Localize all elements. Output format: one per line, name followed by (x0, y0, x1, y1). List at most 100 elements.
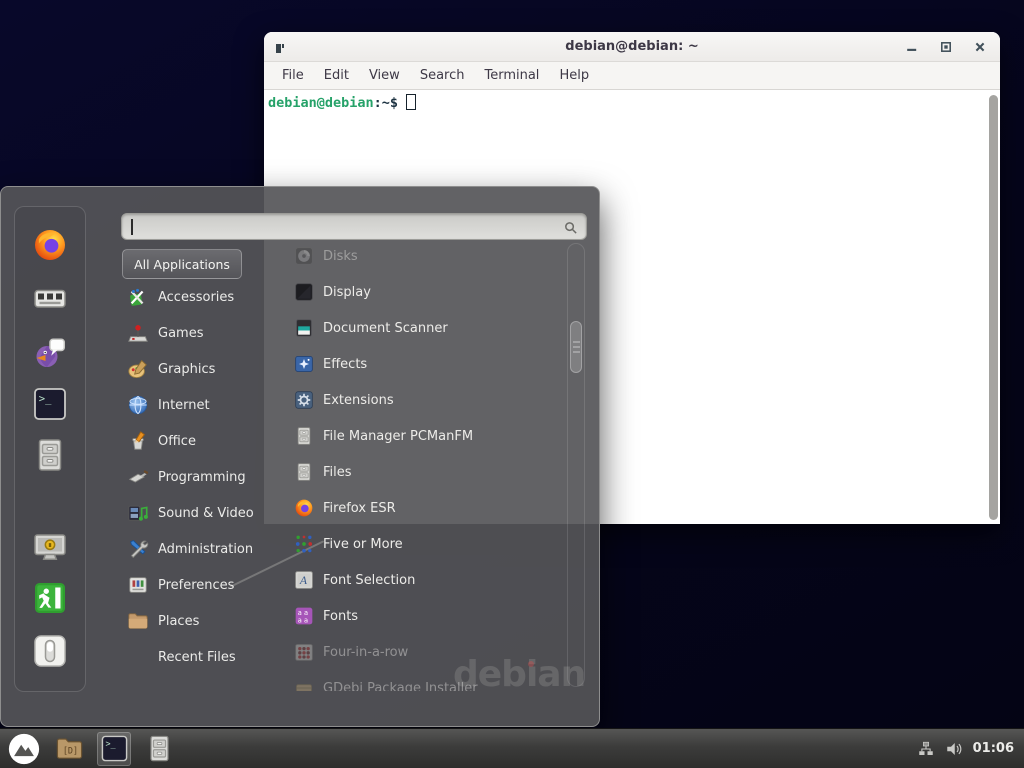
display-icon (294, 282, 314, 302)
search-input[interactable] (121, 213, 587, 240)
office-icon (127, 430, 149, 452)
app-firefox-esr[interactable]: Firefox ESR (279, 490, 569, 526)
app-file-manager-pcmanfm[interactable]: File Manager PCManFM (279, 418, 569, 454)
taskbar-file-manager-button[interactable]: [D] (52, 732, 86, 766)
four-in-a-row-icon (294, 642, 314, 662)
document-scanner-icon (294, 318, 314, 338)
gdebi-icon (294, 678, 314, 691)
app-font-selection[interactable]: A Font Selection (279, 562, 569, 598)
svg-text:a a: a a (298, 617, 308, 625)
app-five-or-more[interactable]: Five or More (279, 526, 569, 562)
category-internet[interactable]: Internet (122, 387, 274, 423)
search-text-field[interactable] (136, 216, 558, 237)
category-recent-files[interactable]: Recent Files (122, 639, 274, 675)
category-places[interactable]: Places (122, 603, 274, 639)
menu-help[interactable]: Help (549, 64, 599, 87)
volume-icon[interactable] (945, 740, 963, 758)
favorite-firefox-icon[interactable] (32, 227, 68, 263)
svg-text:>_: >_ (39, 393, 52, 405)
menu-file[interactable]: File (272, 64, 314, 87)
prompt-suffix: :~$ (374, 95, 398, 111)
desktop: debian@debian: ~ File Edit View Search T… (0, 0, 1024, 768)
menu-search[interactable]: Search (410, 64, 475, 87)
preferences-icon (127, 574, 149, 596)
scrollbar-grip (573, 341, 580, 354)
clock[interactable]: 01:06 (973, 741, 1014, 756)
app-document-scanner[interactable]: Document Scanner (279, 310, 569, 346)
prompt-user-host: debian@debian (268, 95, 374, 111)
internet-icon (127, 394, 149, 416)
file-cabinet-icon (294, 462, 314, 482)
category-preferences[interactable]: Preferences (122, 567, 274, 603)
favorite-quit-icon[interactable] (32, 633, 68, 669)
category-office[interactable]: Office (122, 423, 274, 459)
window-controls (906, 32, 986, 61)
no-icon-spacer (127, 646, 149, 668)
programming-icon (127, 466, 149, 488)
system-tray: 01:06 (917, 740, 1014, 758)
application-menu: debian >_ (0, 186, 600, 727)
font-selection-icon: A (294, 570, 314, 590)
fonts-icon: a aa a (294, 606, 314, 626)
favorite-pidgin-icon[interactable] (32, 334, 68, 370)
window-title: debian@debian: ~ (264, 39, 1000, 54)
menu-terminal[interactable]: Terminal (474, 64, 549, 87)
svg-text:A: A (299, 574, 308, 587)
accessories-icon (127, 286, 149, 308)
menu-edit[interactable]: Edit (314, 64, 359, 87)
favorite-file-cabinet-icon[interactable] (32, 437, 68, 473)
all-applications-button[interactable]: All Applications (122, 249, 242, 279)
games-icon (127, 322, 149, 344)
category-graphics[interactable]: Graphics (122, 351, 274, 387)
places-icon (127, 610, 149, 632)
app-fonts[interactable]: a aa a Fonts (279, 598, 569, 634)
app-four-in-a-row[interactable]: Four-in-a-row (279, 634, 569, 670)
app-gdebi-package-installer[interactable]: GDebi Package Installer (279, 670, 569, 691)
app-list-scrollbar-track[interactable] (567, 243, 585, 687)
favorite-lock-screen-icon[interactable] (32, 529, 68, 565)
sound-video-icon (127, 502, 149, 524)
extensions-icon (294, 390, 314, 410)
taskbar-terminal-button[interactable]: >_ (97, 732, 131, 766)
text-caret (131, 219, 133, 235)
menu-button[interactable] (7, 732, 41, 766)
terminal-menubar: File Edit View Search Terminal Help (264, 62, 1000, 90)
file-cabinet-icon (294, 426, 314, 446)
administration-icon (127, 538, 149, 560)
effects-icon (294, 354, 314, 374)
minimize-icon[interactable] (906, 41, 918, 53)
category-accessories[interactable]: Accessories (122, 279, 274, 315)
svg-text:[D]: [D] (62, 745, 77, 755)
app-disks[interactable]: Disks (279, 239, 569, 274)
category-sound-video[interactable]: Sound & Video (122, 495, 274, 531)
app-list: Disks Display Document Scanner Effects E… (279, 239, 569, 691)
app-list-scrollbar-thumb[interactable] (570, 321, 582, 373)
disks-icon (294, 246, 314, 266)
favorite-log-out-icon[interactable] (32, 580, 68, 616)
network-icon[interactable] (917, 740, 935, 758)
category-administration[interactable]: Administration (122, 531, 274, 567)
graphics-icon (127, 358, 149, 380)
favorite-terminal-icon[interactable]: >_ (32, 386, 68, 422)
magnifier-icon (563, 220, 578, 235)
app-display[interactable]: Display (279, 274, 569, 310)
firefox-icon (294, 498, 314, 518)
taskbar: [D] >_ 01:06 (0, 728, 1024, 768)
menu-view[interactable]: View (359, 64, 410, 87)
taskbar-file-cabinet-button[interactable] (142, 732, 176, 766)
terminal-scrollbar[interactable] (989, 95, 998, 520)
shell-prompt: debian@debian:~$ (268, 94, 416, 111)
svg-text:>_: >_ (105, 739, 116, 749)
app-files[interactable]: Files (279, 454, 569, 490)
window-icon (274, 40, 286, 54)
favorite-control-center-icon[interactable] (32, 280, 68, 316)
category-games[interactable]: Games (122, 315, 274, 351)
category-programming[interactable]: Programming (122, 459, 274, 495)
terminal-titlebar[interactable]: debian@debian: ~ (264, 32, 1000, 62)
app-extensions[interactable]: Extensions (279, 382, 569, 418)
terminal-cursor (406, 94, 416, 110)
app-effects[interactable]: Effects (279, 346, 569, 382)
close-icon[interactable] (974, 41, 986, 53)
maximize-icon[interactable] (940, 41, 952, 53)
five-or-more-icon (294, 534, 314, 554)
